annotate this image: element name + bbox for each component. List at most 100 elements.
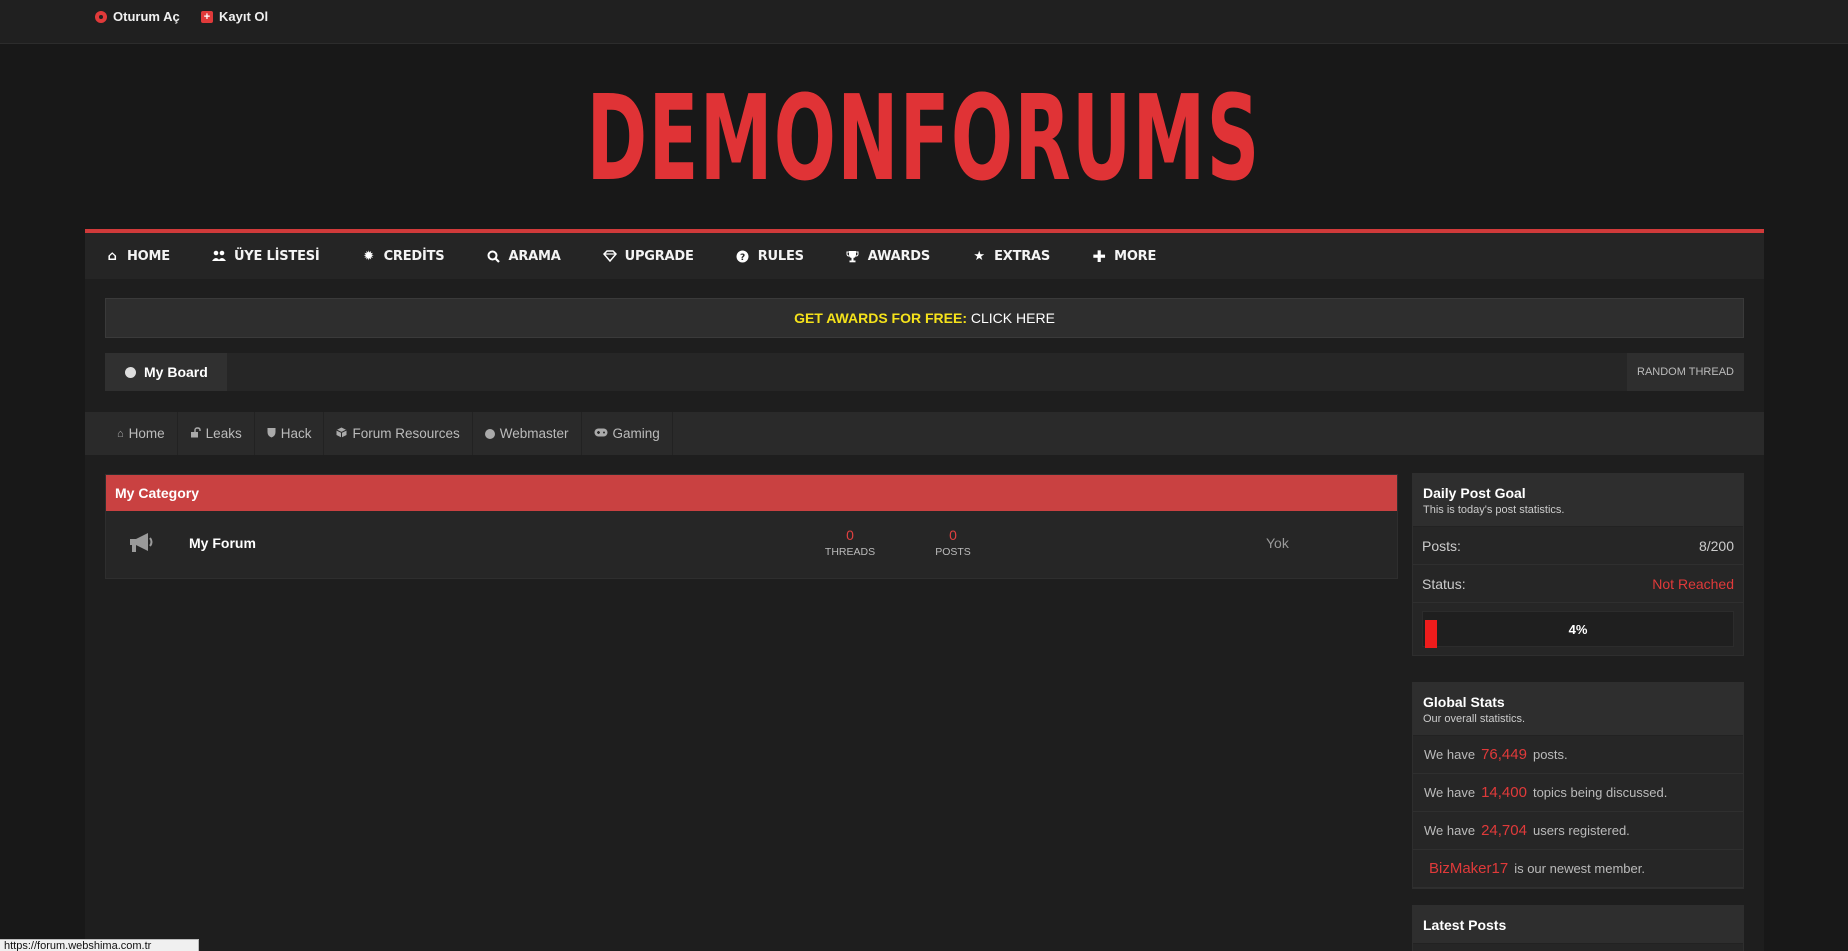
daily-goal-header: Daily Post Goal This is today's post sta… [1413,474,1743,527]
subnav-webmaster[interactable]: Webmaster [473,412,582,455]
shield-icon [267,427,276,441]
nav-upgrade[interactable]: UPGRADE [602,248,694,264]
stats-topics-count: 14,400 [1481,784,1527,801]
nav-members-label: ÜYE LİSTESİ [233,248,320,264]
users-icon [211,249,226,263]
daily-goal-posts-value: 8/200 [1698,537,1734,554]
svg-text:?: ? [740,253,745,263]
stats-topics-row: We have 14,400 topics being discussed. [1413,774,1743,812]
nav-awards[interactable]: AWARDS [846,249,930,264]
stats-users-row: We have 24,704 users registered. [1413,812,1743,850]
globe-icon [484,428,495,439]
cube-icon [336,427,348,441]
threads-label: THREADS [824,546,876,558]
gear-icon: ✹ [363,248,374,264]
nav-home[interactable]: ⌂ HOME [105,249,170,264]
top-bar: Oturum Aç Kayıt Ol [0,0,1848,44]
nav-search[interactable]: ARAMA [486,248,561,264]
random-thread-button[interactable]: RANDOM THREAD [1627,353,1744,391]
diamond-icon [602,249,617,263]
nav-credits-label: CREDİTS [383,248,445,264]
last-post: Yok [1266,535,1289,551]
daily-goal-status-label: Status: [1422,575,1466,592]
nav-members[interactable]: ÜYE LİSTESİ [211,248,320,264]
daily-goal-posts-row: Posts: 8/200 [1413,527,1743,565]
stats-posts-row: We have 76,449 posts. [1413,736,1743,774]
subnav-webmaster-label: Webmaster [499,426,569,441]
daily-goal-progress-wrap: 4% [1413,603,1743,655]
stats-newest-member-row: BizMaker17 is our newest member. [1413,850,1743,888]
daily-goal-progress-text: 4% [1568,622,1588,637]
megaphone-icon [128,531,156,555]
status-bar-url: https://forum.webshima.com.tr [0,939,199,951]
gamepad-icon [594,428,608,440]
subnav-hack[interactable]: Hack [255,412,325,455]
register-link[interactable]: Kayıt Ol [201,9,268,24]
daily-goal-progress-bar: 4% [1422,611,1734,648]
plus-square-icon [201,10,213,23]
my-board-tab[interactable]: My Board [105,353,227,391]
category-title[interactable]: My Category [106,475,1397,511]
global-stats-widget: Global Stats Our overall statistics. We … [1412,682,1744,889]
daily-goal-subtitle: This is today's post statistics. [1423,504,1565,516]
login-label: Oturum Aç [113,9,180,24]
posts-stat: 0 POSTS [918,527,988,558]
nav-more-label: MORE [1114,248,1157,264]
nav-more[interactable]: ✚ MORE [1092,246,1157,266]
awards-banner-link[interactable]: CLICK HERE [971,310,1055,326]
daily-goal-title: Daily Post Goal [1423,485,1526,501]
latest-posts-title: Latest Posts [1423,917,1507,933]
login-link[interactable]: Oturum Aç [95,9,180,24]
globe-icon [125,366,136,378]
nav-upgrade-label: UPGRADE [624,248,694,264]
home-icon: ⌂ [117,427,124,440]
site-logo[interactable]: DEMONFORUMS [0,78,1848,198]
plus-icon: ✚ [1092,246,1106,266]
daily-post-goal-widget: Daily Post Goal This is today's post sta… [1412,473,1744,656]
nav-credits[interactable]: ✹ CREDİTS [362,248,445,264]
subnav-home-label: Home [128,426,165,441]
newest-member-link[interactable]: BizMaker17 [1429,860,1508,877]
subnav-forum-resources[interactable]: Forum Resources [324,412,473,455]
subnav-gaming[interactable]: Gaming [582,412,673,455]
stats-newest-suffix: is our newest member. [1514,861,1645,876]
nav-extras[interactable]: ★ EXTRAS [972,249,1050,264]
content-panel: GET AWARDS FOR FREE: CLICK HERE My Board… [85,279,1764,951]
stats-we-have: We have [1424,823,1476,838]
stats-we-have: We have [1424,747,1476,762]
search-icon [486,249,500,263]
global-stats-header: Global Stats Our overall statistics. [1413,683,1743,736]
global-stats-title: Global Stats [1423,694,1505,710]
nav-home-label: HOME [127,248,170,264]
question-icon: ? [736,249,750,263]
subnav-home[interactable]: ⌂ Home [105,412,178,455]
subnav-gaming-label: Gaming [612,426,660,441]
latest-posts-widget: Latest Posts [1412,905,1744,951]
forum-link[interactable]: My Forum [189,535,256,551]
stats-posts-suffix: posts. [1532,747,1568,762]
subnav-leaks[interactable]: Leaks [178,412,255,455]
stats-users-suffix: users registered. [1532,823,1630,838]
threads-count: 0 [846,527,854,543]
nav-extras-label: EXTRAS [994,248,1051,264]
unlock-icon [190,426,201,441]
stats-users-count: 24,704 [1481,822,1527,839]
my-board-label: My Board [144,364,208,380]
forum-row: My Forum 0 THREADS 0 POSTS Yok [106,511,1397,578]
daily-goal-status-row: Status: Not Reached [1413,565,1743,603]
subnav-hack-label: Hack [280,426,312,441]
awards-banner: GET AWARDS FOR FREE: CLICK HERE [105,298,1744,338]
subnav-forum-resources-label: Forum Resources [352,426,460,441]
board-bar: My Board RANDOM THREAD [105,353,1744,391]
home-icon: ⌂ [107,248,117,264]
stats-we-have: We have [1424,785,1476,800]
daily-goal-status-value: Not Reached [1652,575,1734,592]
site-logo-text: DEMONFORUMS [587,69,1261,207]
daily-goal-posts-label: Posts: [1422,537,1461,554]
nav-rules[interactable]: ? RULES [736,249,804,264]
nav-search-label: ARAMA [508,248,561,264]
trophy-icon [846,249,860,263]
stats-posts-count: 76,449 [1481,746,1527,763]
star-icon: ★ [973,248,985,264]
forum-category: My Category My Forum 0 THREADS 0 POSTS Y… [105,474,1398,579]
